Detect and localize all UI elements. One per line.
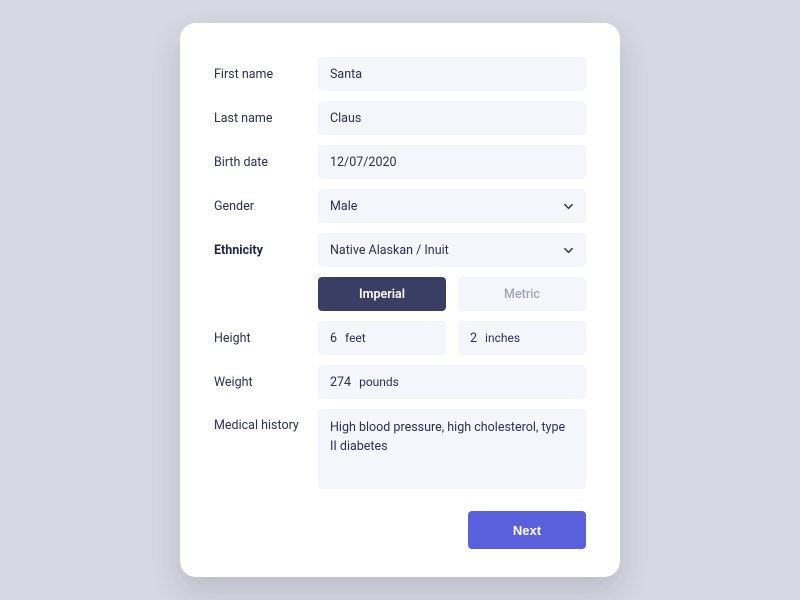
input-first-name[interactable]: Santa xyxy=(318,57,586,91)
toggle-metric[interactable]: Metric xyxy=(458,277,586,311)
textarea-medical-history[interactable]: High blood pressure, high cholesterol, t… xyxy=(318,409,586,489)
value-birth-date: 12/07/2020 xyxy=(330,155,397,170)
value-first-name: Santa xyxy=(330,67,362,82)
row-medical-history: Medical history High blood pressure, hig… xyxy=(214,409,586,489)
select-gender[interactable]: Male xyxy=(318,189,586,223)
label-last-name: Last name xyxy=(214,111,318,126)
input-last-name[interactable]: Claus xyxy=(318,101,586,135)
value-medical-history: High blood pressure, high cholesterol, t… xyxy=(330,420,565,454)
unit-weight: pounds xyxy=(359,375,399,389)
next-button[interactable]: Next xyxy=(468,511,586,549)
toggle-imperial[interactable]: Imperial xyxy=(318,277,446,311)
value-ethnicity: Native Alaskan / Inuit xyxy=(330,243,449,258)
input-height-inches[interactable]: 2 inches xyxy=(458,321,586,355)
row-units-toggle: Imperial Metric xyxy=(214,277,586,311)
value-height-feet: 6 xyxy=(330,331,337,346)
label-height: Height xyxy=(214,331,318,346)
row-birth-date: Birth date 12/07/2020 xyxy=(214,145,586,179)
value-gender: Male xyxy=(330,199,357,214)
row-ethnicity: Ethnicity Native Alaskan / Inuit xyxy=(214,233,586,267)
label-ethnicity: Ethnicity xyxy=(214,243,318,258)
select-ethnicity[interactable]: Native Alaskan / Inuit xyxy=(318,233,586,267)
value-last-name: Claus xyxy=(330,111,361,126)
height-inputs: 6 feet 2 inches xyxy=(318,321,586,355)
row-first-name: First name Santa xyxy=(214,57,586,91)
row-gender: Gender Male xyxy=(214,189,586,223)
input-birth-date[interactable]: 12/07/2020 xyxy=(318,145,586,179)
label-birth-date: Birth date xyxy=(214,155,318,170)
chevron-down-icon xyxy=(563,201,574,212)
units-toggle: Imperial Metric xyxy=(318,277,586,311)
value-height-inches: 2 xyxy=(470,331,477,346)
form-footer: Next xyxy=(214,511,586,549)
patient-form-card: First name Santa Last name Claus Birth d… xyxy=(180,23,620,577)
input-weight[interactable]: 274 pounds xyxy=(318,365,586,399)
label-medical-history: Medical history xyxy=(214,409,318,433)
label-first-name: First name xyxy=(214,67,318,82)
value-weight: 274 xyxy=(330,375,351,390)
label-gender: Gender xyxy=(214,199,318,214)
row-weight: Weight 274 pounds xyxy=(214,365,586,399)
chevron-down-icon xyxy=(563,245,574,256)
row-height: Height 6 feet 2 inches xyxy=(214,321,586,355)
input-height-feet[interactable]: 6 feet xyxy=(318,321,446,355)
unit-height-inches: inches xyxy=(485,331,520,345)
row-last-name: Last name Claus xyxy=(214,101,586,135)
label-weight: Weight xyxy=(214,375,318,390)
unit-height-feet: feet xyxy=(345,331,366,345)
